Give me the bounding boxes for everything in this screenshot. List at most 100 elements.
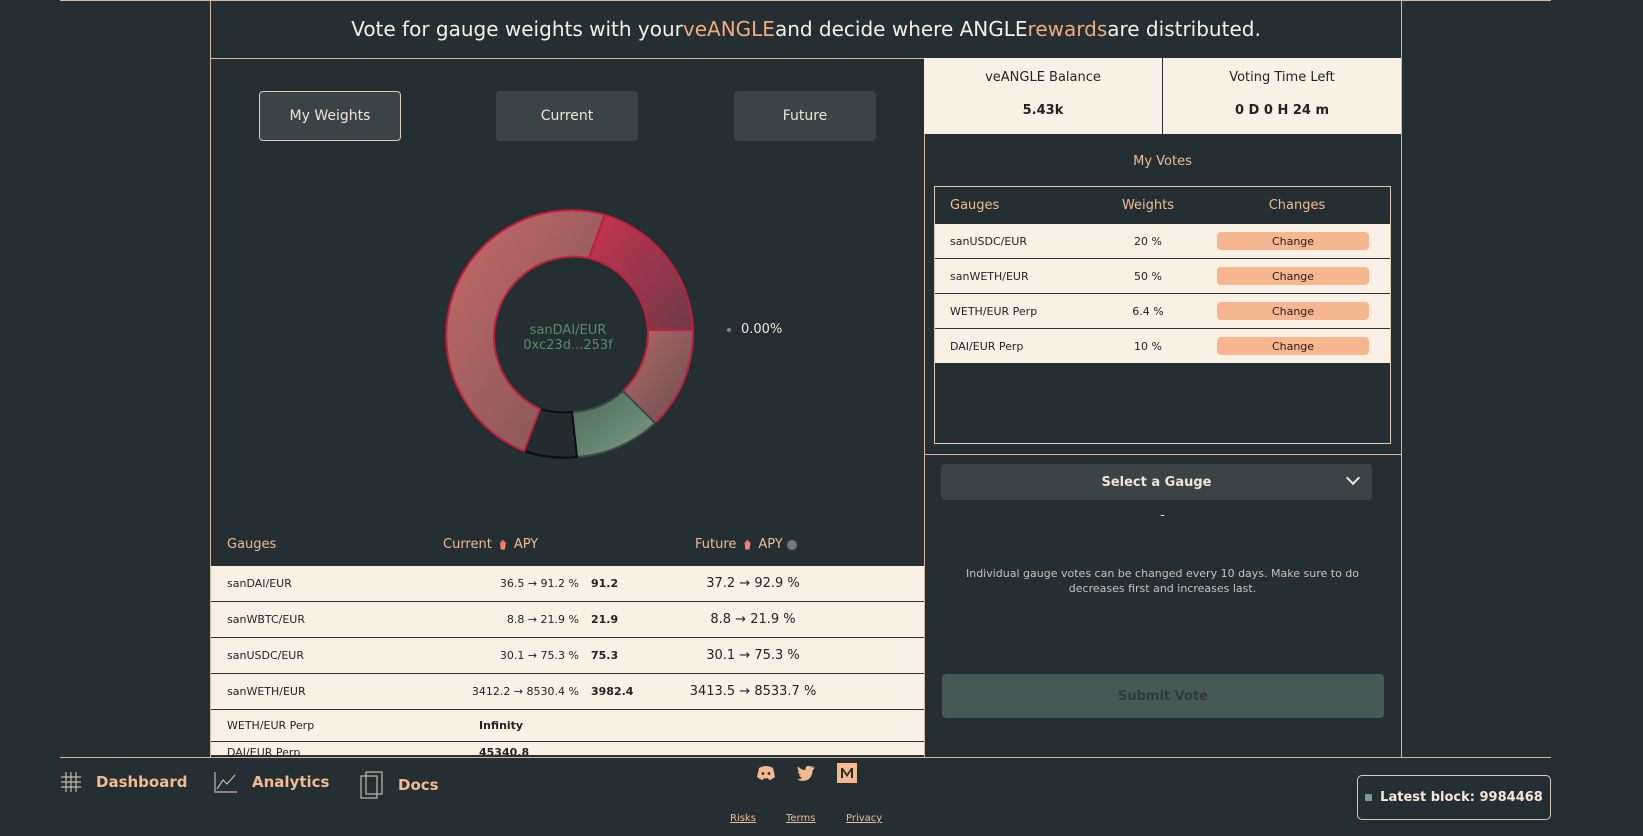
vote-gauge-name: DAI/EUR Perp bbox=[950, 339, 1024, 353]
tab-future[interactable]: Future bbox=[734, 91, 876, 141]
nav-analytics[interactable]: Analytics bbox=[214, 771, 329, 793]
row-gauge-name: WETH/EUR Perp bbox=[227, 719, 315, 732]
donut-center-name: sanDAI/EUR bbox=[530, 323, 607, 338]
votes-header: Gauges Weights Changes bbox=[935, 187, 1390, 223]
my-votes-title: My Votes bbox=[1133, 154, 1192, 169]
tab-current[interactable]: Current bbox=[496, 91, 638, 141]
weights-donut-chart: sanDAI/EUR 0xc23d...253f bbox=[445, 209, 695, 459]
row-apy: Infinity bbox=[479, 719, 524, 732]
vote-weight: 6.4 % bbox=[1132, 304, 1164, 318]
header-future-label: Future bbox=[695, 537, 737, 552]
chart-icon bbox=[214, 772, 237, 793]
change-button[interactable]: Change bbox=[1217, 337, 1369, 355]
submit-vote-button[interactable]: Submit Vote bbox=[942, 674, 1384, 718]
chevron-down-icon bbox=[1345, 470, 1361, 486]
right-border bbox=[1401, 0, 1402, 758]
table-row[interactable]: sanWBTC/EUR 8.8 → 21.9 % 21.9 8.8 → 21.9… bbox=[211, 602, 924, 638]
gauge-select[interactable]: Select a Gauge bbox=[941, 464, 1372, 500]
balance-card: veANGLE Balance 5.43k Voting Time Left 0… bbox=[924, 58, 1401, 134]
row-current: 3412.2 → 8530.4 % bbox=[471, 685, 579, 698]
change-button[interactable]: Change bbox=[1217, 232, 1369, 250]
header-gauges: Gauges bbox=[227, 537, 277, 552]
table-row[interactable]: sanDAI/EUR 36.5 → 91.2 % 91.2 37.2 → 92.… bbox=[211, 566, 924, 602]
header-current-label: Current bbox=[443, 537, 492, 552]
gauge-voting-page: Vote for gauge weights with your veANGLE… bbox=[0, 0, 1643, 836]
voting-time-label: Voting Time Left bbox=[1229, 70, 1335, 85]
voting-time-value: 0 D 0 H 24 m bbox=[1234, 103, 1330, 118]
medium-icon[interactable] bbox=[837, 763, 857, 783]
nav-dashboard[interactable]: Dashboard bbox=[60, 771, 187, 793]
twitter-icon[interactable] bbox=[796, 763, 816, 783]
table-row[interactable]: sanWETH/EUR 3412.2 → 8530.4 % 3982.4 341… bbox=[211, 674, 924, 710]
nav-dashboard-label: Dashboard bbox=[96, 773, 188, 791]
votes-header-gauges: Gauges bbox=[950, 197, 1000, 213]
votes-divider bbox=[925, 454, 1401, 455]
tab-my-weights[interactable]: My Weights bbox=[259, 91, 401, 141]
nav-analytics-label: Analytics bbox=[252, 773, 330, 791]
row-gauge-name: DAI/EUR Perp bbox=[227, 746, 301, 756]
list-item: sanUSDC/EUR 20 % Change bbox=[935, 223, 1390, 258]
risks-link[interactable]: Risks bbox=[730, 813, 756, 824]
docs-icon bbox=[360, 771, 383, 799]
header-future[interactable]: Future APY bbox=[695, 524, 797, 565]
headline-text: and decide where ANGLE bbox=[774, 17, 1028, 41]
header-apy-label: APY bbox=[758, 537, 783, 552]
gauge-select-label: Select a Gauge bbox=[1101, 474, 1212, 490]
grid-icon bbox=[61, 772, 81, 792]
vote-gauge-name: WETH/EUR Perp bbox=[950, 304, 1038, 318]
table-row[interactable]: DAI/EUR Perp 45340.8 bbox=[211, 742, 924, 756]
row-gauge-name: sanWBTC/EUR bbox=[227, 613, 305, 626]
my-votes-table: Gauges Weights Changes sanUSDC/EUR 20 % … bbox=[934, 186, 1391, 444]
nav-docs[interactable]: Docs bbox=[360, 771, 439, 799]
change-button[interactable]: Change bbox=[1217, 267, 1369, 285]
row-current: 8.8 → 21.9 % bbox=[506, 613, 579, 626]
row-future: 37.2 → 92.9 % bbox=[706, 576, 800, 591]
list-item: DAI/EUR Perp 10 % Change bbox=[935, 328, 1390, 363]
row-gauge-name: sanUSDC/EUR bbox=[227, 649, 304, 662]
donut-center-address: 0xc23d...253f bbox=[523, 338, 613, 353]
vote-note: Individual gauge votes can be changed ev… bbox=[965, 567, 1360, 595]
terms-link[interactable]: Terms bbox=[786, 813, 815, 824]
legend-value: 0.00% bbox=[741, 322, 783, 337]
header-apy-label: APY bbox=[513, 537, 539, 552]
header-current[interactable]: Current APY bbox=[443, 524, 538, 565]
vote-weight: 50 % bbox=[1134, 269, 1162, 283]
latest-block-text: Latest block: 9984468 bbox=[1380, 790, 1543, 805]
headline-rewards: rewards bbox=[1027, 17, 1108, 41]
votes-header-changes: Changes bbox=[1268, 197, 1326, 213]
row-apy: 91.2 bbox=[591, 577, 619, 590]
vote-gauge-name: sanUSDC/EUR bbox=[950, 234, 1027, 248]
table-row[interactable]: WETH/EUR Perp Infinity bbox=[211, 710, 924, 742]
selected-gauge-value: - bbox=[1160, 508, 1165, 523]
table-row[interactable]: sanUSDC/EUR 30.1 → 75.3 % 75.3 30.1 → 75… bbox=[211, 638, 924, 674]
donut-slice[interactable] bbox=[587, 213, 695, 331]
gauges-table: Gauges Current APY Future APY sanDAI/EUR… bbox=[211, 524, 924, 756]
row-future: 3413.5 → 8533.7 % bbox=[689, 684, 817, 699]
row-future: 30.1 → 75.3 % bbox=[706, 648, 800, 663]
info-icon[interactable] bbox=[786, 539, 797, 550]
row-apy: 3982.4 bbox=[591, 685, 634, 698]
row-apy: 45340.8 bbox=[479, 746, 530, 756]
headline-text: are distributed. bbox=[1107, 17, 1261, 41]
vote-gauge-name: sanWETH/EUR bbox=[950, 269, 1029, 283]
row-apy: 21.9 bbox=[591, 613, 619, 626]
latest-block-badge: Latest block: 9984468 bbox=[1357, 775, 1551, 820]
headline-veangle: veANGLE bbox=[682, 17, 775, 41]
boost-icon bbox=[499, 539, 506, 550]
donut-legend: 0.00% bbox=[727, 322, 782, 337]
row-gauge-name: sanWETH/EUR bbox=[227, 685, 306, 698]
veangle-balance-label: veANGLE Balance bbox=[985, 70, 1101, 85]
page-headline: Vote for gauge weights with your veANGLE… bbox=[211, 0, 1401, 58]
change-button[interactable]: Change bbox=[1217, 302, 1369, 320]
discord-icon[interactable] bbox=[756, 763, 776, 783]
veangle-balance-value: 5.43k bbox=[1022, 103, 1064, 118]
voting-time-left: Voting Time Left 0 D 0 H 24 m bbox=[1163, 58, 1401, 134]
list-item: sanWETH/EUR 50 % Change bbox=[935, 258, 1390, 293]
vote-weight: 20 % bbox=[1134, 234, 1162, 248]
footer: Dashboard Analytics Docs Risks Terms Pri… bbox=[0, 757, 1643, 836]
privacy-link[interactable]: Privacy bbox=[846, 813, 882, 824]
table-header: Gauges Current APY Future APY bbox=[211, 524, 924, 566]
list-item: WETH/EUR Perp 6.4 % Change bbox=[935, 293, 1390, 328]
veangle-balance: veANGLE Balance 5.43k bbox=[924, 58, 1162, 134]
row-gauge-name: sanDAI/EUR bbox=[227, 577, 292, 590]
